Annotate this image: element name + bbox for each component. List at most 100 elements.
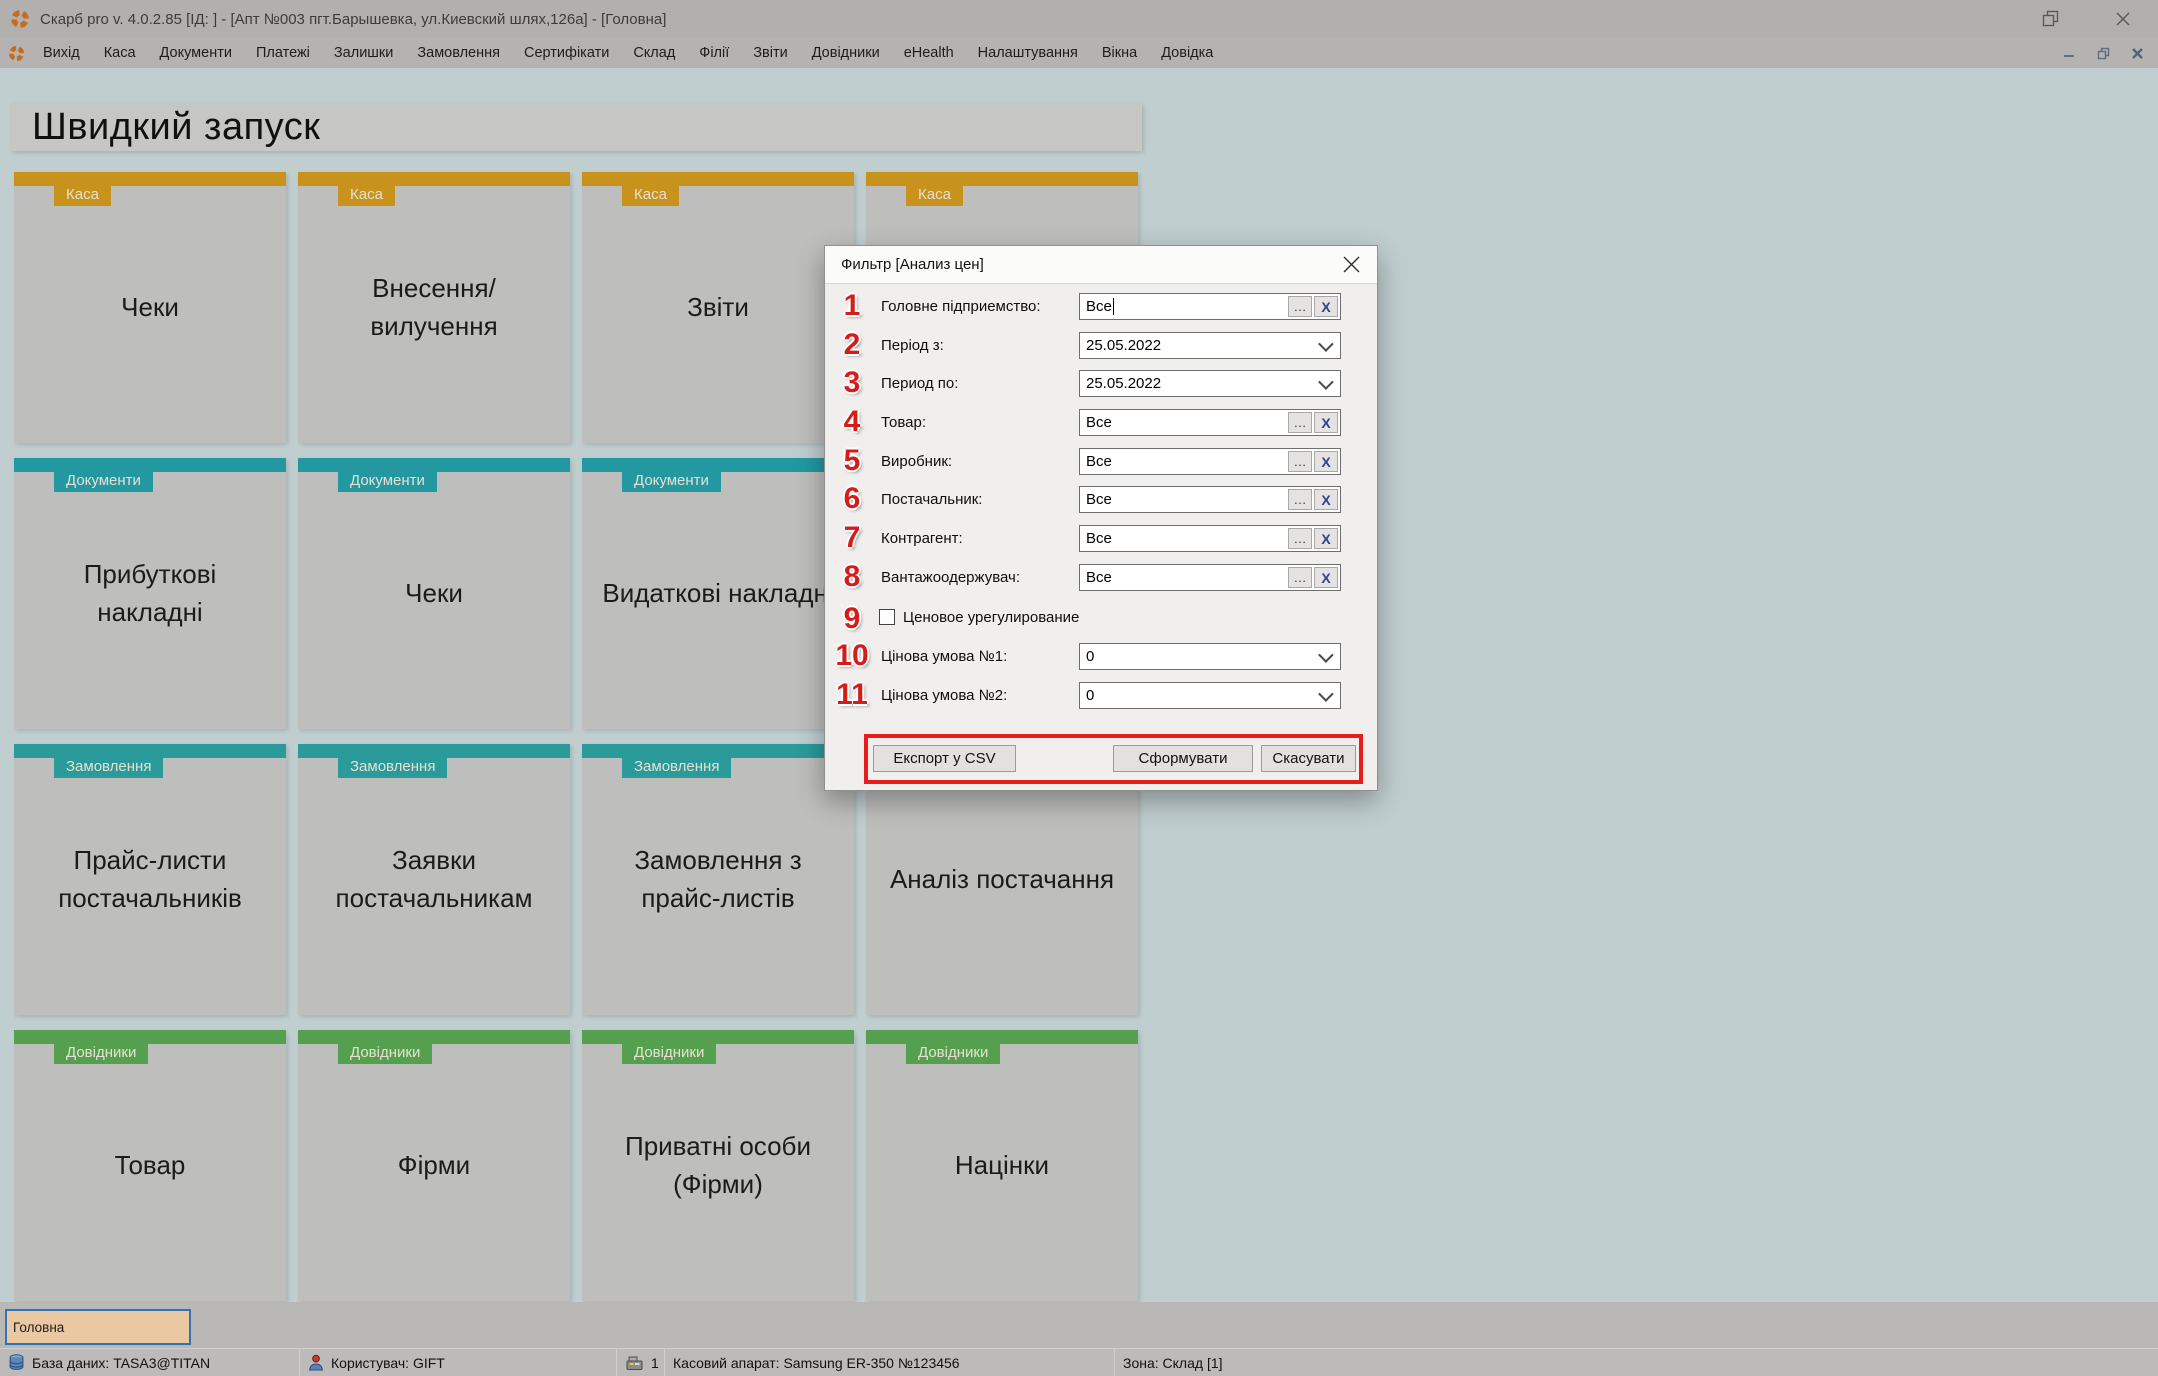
title-bar: Скарб pro v. 4.0.2.85 [ІД: ] - [Апт №003… bbox=[0, 0, 2158, 38]
window-title: Скарб pro v. 4.0.2.85 [ІД: ] - [Апт №003… bbox=[40, 11, 666, 28]
lookup-field[interactable]: Все…X bbox=[1079, 409, 1341, 436]
field-label: Период по: bbox=[881, 370, 958, 397]
annotation-number-3: 3 bbox=[827, 364, 877, 402]
tile-label: Чеки bbox=[14, 172, 286, 443]
menu-item-10[interactable]: Довідники bbox=[800, 41, 892, 65]
combo-field[interactable]: 25.05.2022 bbox=[1079, 370, 1341, 397]
lookup-field[interactable]: Все …X bbox=[1079, 448, 1341, 475]
tile-label: Звіти bbox=[582, 172, 854, 443]
annotation-highlight-rect bbox=[864, 734, 1363, 784]
tile-прайс-листи-постачальників[interactable]: ЗамовленняПрайс-листи постачальників bbox=[14, 744, 286, 1015]
menu-item-9[interactable]: Звіти bbox=[741, 41, 799, 65]
menu-item-8[interactable]: Філії bbox=[687, 41, 741, 65]
close-icon[interactable] bbox=[2110, 8, 2136, 30]
lookup-field[interactable]: Все…X bbox=[1079, 486, 1341, 513]
menu-item-0[interactable]: Вихід bbox=[31, 41, 92, 65]
tile-звіти[interactable]: КасаЗвіти bbox=[582, 172, 854, 443]
tile-замовлення-з-прайс-листів[interactable]: ЗамовленняЗамовлення з прайс-листів bbox=[582, 744, 854, 1015]
page-title: Швидкий запуск bbox=[32, 106, 320, 149]
lookup-field[interactable]: Все…X bbox=[1079, 564, 1341, 591]
ellipsis-button[interactable]: … bbox=[1288, 451, 1312, 472]
dialog-field-row-6: 6Постачальник:Все…X bbox=[825, 486, 1377, 513]
menu-item-2[interactable]: Документи bbox=[148, 41, 244, 65]
dialog-field-row-9: 9Ценовое урегулирование bbox=[825, 606, 1377, 633]
tab-strip: Головна bbox=[0, 1302, 2158, 1348]
tile-прибуткові-накладні[interactable]: ДокументиПрибуткові накладні bbox=[14, 458, 286, 729]
menu-item-11[interactable]: eHealth bbox=[892, 41, 966, 65]
lookup-field[interactable]: Все…X bbox=[1079, 293, 1341, 320]
annotation-number-7: 7 bbox=[827, 519, 877, 557]
tile-приватні-особи-фірми-[interactable]: ДовідникиПриватні особи (Фірми) bbox=[582, 1030, 854, 1301]
menu-item-13[interactable]: Вікна bbox=[1090, 41, 1149, 65]
chevron-down-icon[interactable] bbox=[1318, 336, 1334, 352]
tab-holovna[interactable]: Головна bbox=[5, 1309, 191, 1345]
menu-item-5[interactable]: Замовлення bbox=[405, 41, 512, 65]
restore-icon[interactable] bbox=[2038, 8, 2064, 30]
chevron-down-icon[interactable] bbox=[1318, 647, 1334, 663]
field-value: Все bbox=[1086, 453, 1112, 470]
annotation-number-1: 1 bbox=[827, 287, 877, 325]
minimize-icon[interactable] bbox=[1966, 8, 1992, 30]
field-value: 25.05.2022 bbox=[1086, 375, 1161, 392]
ellipsis-button[interactable]: … bbox=[1288, 296, 1312, 317]
annotation-number-6: 6 bbox=[827, 480, 877, 518]
clear-button[interactable]: X bbox=[1314, 451, 1338, 472]
menu-item-14[interactable]: Довідка bbox=[1149, 41, 1225, 65]
ellipsis-button[interactable]: … bbox=[1288, 567, 1312, 588]
menu-item-1[interactable]: Каса bbox=[92, 41, 148, 65]
menu-items: ВихідКасаДокументиПлатежіЗалишкиЗамовлен… bbox=[31, 41, 1225, 65]
menu-bar: ВихідКасаДокументиПлатежіЗалишкиЗамовлен… bbox=[0, 38, 2158, 68]
checkbox-label: Ценовое урегулирование bbox=[903, 606, 1079, 628]
tile-націнки[interactable]: ДовідникиНацінки bbox=[866, 1030, 1138, 1301]
tile-заявки-постачальникам[interactable]: ЗамовленняЗаявки постачальникам bbox=[298, 744, 570, 1015]
clear-button[interactable]: X bbox=[1314, 489, 1338, 510]
tile-label: Товар bbox=[14, 1030, 286, 1301]
status-item-1: Користувач: GIFT bbox=[300, 1349, 617, 1376]
price-regulation-checkbox[interactable] bbox=[879, 609, 895, 625]
child-minimize-icon[interactable] bbox=[2058, 44, 2080, 62]
dialog-title-bar: Фильтр [Анализ цен] bbox=[825, 246, 1377, 284]
tile-label: Фірми bbox=[298, 1030, 570, 1301]
tile-фірми[interactable]: ДовідникиФірми bbox=[298, 1030, 570, 1301]
dialog-close-icon[interactable] bbox=[1339, 253, 1363, 277]
child-restore-icon[interactable] bbox=[2092, 44, 2114, 62]
clear-button[interactable]: X bbox=[1314, 412, 1338, 433]
field-value: 0 bbox=[1086, 648, 1094, 665]
dialog-field-row-11: 11Цінова умова №2:0 bbox=[825, 682, 1377, 709]
menu-item-12[interactable]: Налаштування bbox=[966, 41, 1090, 65]
menu-item-6[interactable]: Сертифікати bbox=[512, 41, 621, 65]
combo-field[interactable]: 0 bbox=[1079, 682, 1341, 709]
tile-чеки[interactable]: ДокументиЧеки bbox=[298, 458, 570, 729]
menu-item-4[interactable]: Залишки bbox=[322, 41, 405, 65]
clear-button[interactable]: X bbox=[1314, 528, 1338, 549]
tile-чеки[interactable]: КасаЧеки bbox=[14, 172, 286, 443]
status-text: Користувач: GIFT bbox=[331, 1355, 445, 1371]
dialog-field-row-2: 2Період з:25.05.2022 bbox=[825, 332, 1377, 359]
ellipsis-button[interactable]: … bbox=[1288, 489, 1312, 510]
field-label: Цінова умова №1: bbox=[881, 643, 1007, 670]
chevron-down-icon[interactable] bbox=[1318, 374, 1334, 390]
tile-label: Видаткові накладні bbox=[582, 458, 854, 729]
menu-item-7[interactable]: Склад bbox=[621, 41, 687, 65]
combo-field[interactable]: 25.05.2022 bbox=[1079, 332, 1341, 359]
status-text: 1 bbox=[651, 1355, 659, 1371]
status-text: Зона: Склад [1] bbox=[1123, 1355, 1223, 1371]
tile-внесення-вилучення[interactable]: КасаВнесення/вилучення bbox=[298, 172, 570, 443]
application-window: Скарб pro v. 4.0.2.85 [ІД: ] - [Апт №003… bbox=[0, 0, 2158, 1376]
clear-button[interactable]: X bbox=[1314, 296, 1338, 317]
lookup-field[interactable]: Все…X bbox=[1079, 525, 1341, 552]
status-item-4: Зона: Склад [1] bbox=[1115, 1349, 2158, 1376]
ellipsis-button[interactable]: … bbox=[1288, 528, 1312, 549]
clear-button[interactable]: X bbox=[1314, 567, 1338, 588]
cash-register-icon bbox=[625, 1355, 644, 1371]
user-icon bbox=[308, 1354, 324, 1371]
menu-item-3[interactable]: Платежі bbox=[244, 41, 322, 65]
child-close-icon[interactable] bbox=[2126, 44, 2148, 62]
app-logo-icon bbox=[10, 9, 30, 29]
field-label: Виробник: bbox=[881, 448, 952, 475]
combo-field[interactable]: 0 bbox=[1079, 643, 1341, 670]
chevron-down-icon[interactable] bbox=[1318, 686, 1334, 702]
tile-товар[interactable]: ДовідникиТовар bbox=[14, 1030, 286, 1301]
tile-видаткові-накладні[interactable]: ДокументиВидаткові накладні bbox=[582, 458, 854, 729]
ellipsis-button[interactable]: … bbox=[1288, 412, 1312, 433]
